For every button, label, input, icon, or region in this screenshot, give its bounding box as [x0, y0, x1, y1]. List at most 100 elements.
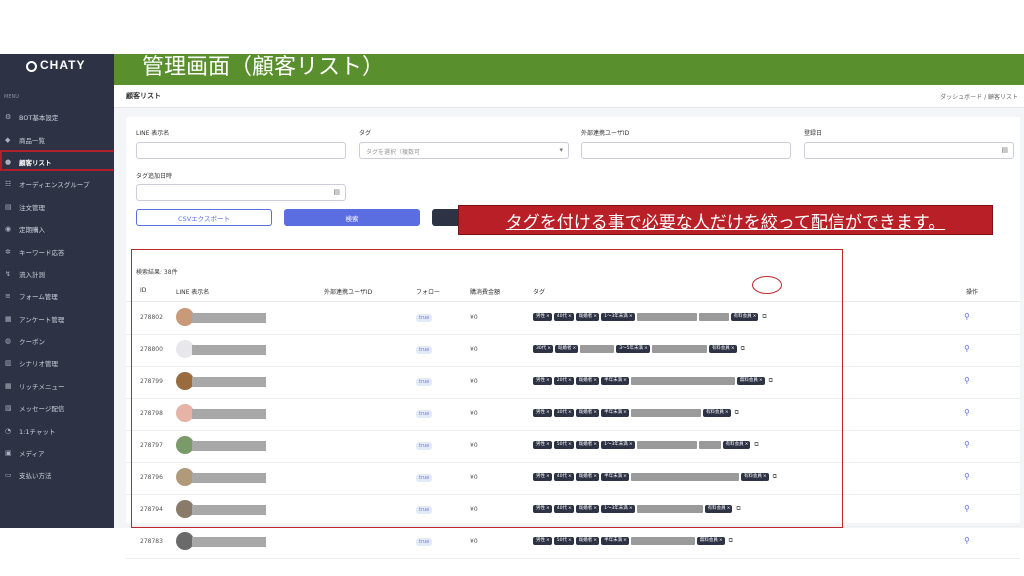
sidebar-item[interactable]: ▥ シナリオ管理 [0, 352, 114, 374]
sidebar-item[interactable]: ◔ 1:1チャット [0, 419, 114, 441]
sidebar-item[interactable]: ▤ 注文管理 [0, 196, 114, 218]
registered-date-label: 登録日 [804, 130, 823, 137]
sidebar-item[interactable]: ▣ メディア [0, 442, 114, 464]
tag-chip[interactable]: 無料会員 [696, 537, 721, 545]
table-row[interactable]: 278783 true ¥0 男性 × 50代 × 既婚者 × 半年未満 × 無料会員 × ⧉ ⚲ [126, 526, 1020, 559]
redacted-name [192, 537, 266, 547]
registered-date-input[interactable]: ▤ [804, 142, 1014, 159]
tag-added-date-input[interactable]: ▤ [136, 184, 346, 201]
chevron-down-icon: ▾ [559, 146, 563, 154]
search-icon[interactable]: ⚲ [964, 504, 970, 513]
copy-icon[interactable]: ⧉ [729, 537, 733, 545]
key-icon: ✲ [5, 247, 11, 256]
sidebar-item[interactable]: ⚙ BOT基本設定 [0, 106, 114, 128]
sidebar-item-label: アンケート管理 [19, 315, 65, 324]
sidebar-item-label: オーディエンスグループ [19, 181, 90, 190]
logo-icon [26, 61, 37, 72]
sidebar-item-label: 流入計測 [19, 270, 45, 279]
col-action: 操作 [966, 289, 979, 296]
line-name-label: LINE 表示名 [136, 130, 170, 137]
topbar: 顧客リスト ダッシュボード / 顧客リスト [114, 85, 1024, 108]
group-icon: ☷ [5, 180, 12, 189]
tag-remove-icon[interactable]: × [623, 537, 629, 545]
sidebar-item-label: キーワード応答 [19, 248, 65, 257]
line-name-input[interactable] [136, 142, 346, 159]
message-icon: ▧ [5, 404, 12, 413]
sidebar-item[interactable]: ◉ 定期購入 [0, 218, 114, 240]
payment-icon: ▭ [5, 471, 12, 480]
tag-remove-icon[interactable]: × [568, 537, 574, 545]
calendar-icon: ▤ [1001, 146, 1008, 154]
tag-label: タグ [359, 130, 372, 137]
sidebar-item[interactable]: ▦ アンケート管理 [0, 308, 114, 330]
tag-remove-icon[interactable]: × [593, 537, 600, 545]
tag-chip[interactable]: 半年未満 [601, 537, 626, 545]
callout-banner: タグを付ける事で必要な人だけを絞って配信ができます。 [458, 205, 993, 235]
sidebar-item-label: クーポン [19, 338, 45, 347]
tag-list: 男性 × 50代 × 既婚者 × 半年未満 × 無料会員 × ⧉ [533, 537, 733, 545]
sidebar: CHATY MENU ⚙ BOT基本設定 ◆ 商品一覧 ● 顧客リスト ☷ オーディエンスグル… [0, 54, 114, 528]
search-icon[interactable]: ⚲ [964, 312, 970, 321]
inflow-icon: ↯ [5, 269, 11, 278]
search-button[interactable]: 検索 [284, 209, 420, 226]
logo-text: CHATY [40, 58, 86, 72]
sidebar-item-label: シナリオ管理 [19, 360, 58, 369]
table-highlight-frame [131, 249, 843, 528]
chat-icon: ◔ [5, 426, 12, 435]
sidebar-item[interactable]: ☷ オーディエンスグループ [0, 173, 114, 195]
menu-caption: MENU [4, 94, 19, 100]
callout-text: タグを付ける事で必要な人だけを絞って配信ができます。 [505, 212, 946, 233]
tag-added-label: タグ追加日時 [136, 173, 173, 180]
csv-export-button[interactable]: CSVエクスポート [136, 209, 272, 226]
search-icon[interactable]: ⚲ [964, 536, 970, 545]
sidebar-item[interactable]: ◍ クーポン [0, 330, 114, 352]
breadcrumb[interactable]: ダッシュボード / 顧客リスト [940, 92, 1018, 101]
active-item-highlight [0, 150, 131, 171]
search-icon[interactable]: ⚲ [964, 472, 970, 481]
redacted-tag [630, 537, 695, 545]
sidebar-item-label: 定期購入 [19, 226, 45, 235]
external-id-input[interactable] [581, 142, 791, 159]
sidebar-item[interactable]: ↯ 流入計測 [0, 263, 114, 285]
sidebar-item[interactable]: ◆ 商品一覧 [0, 128, 114, 150]
robot-icon: ⚙ [5, 113, 12, 122]
search-icon[interactable]: ⚲ [964, 440, 970, 449]
cart-icon: ▤ [5, 202, 12, 211]
sidebar-item[interactable]: ▦ リッチメニュー [0, 375, 114, 397]
sidebar-item[interactable]: ✲ キーワード応答 [0, 240, 114, 262]
logo[interactable]: CHATY [26, 58, 85, 72]
tag-select[interactable]: タグを選択（複数可 ▾ [359, 142, 569, 159]
sidebar-item-label: メディア [19, 450, 45, 459]
grid-icon: ▦ [5, 381, 12, 390]
amount: ¥0 [470, 538, 478, 545]
sidebar-item-label: リッチメニュー [19, 382, 65, 391]
sidebar-item-label: 商品一覧 [19, 136, 45, 145]
repeat-icon: ◉ [5, 225, 12, 234]
banner: 管理画面（顧客リスト） [114, 54, 1024, 85]
survey-icon: ▦ [5, 314, 12, 323]
sidebar-item-label: BOT基本設定 [19, 114, 59, 123]
customer-id: 278783 [140, 538, 163, 545]
sidebar-item-label: 1:1チャット [19, 427, 56, 436]
tag-select-placeholder: タグを選択（複数可 [366, 149, 421, 156]
external-id-label: 外部連携ユーザID [581, 130, 630, 137]
sidebar-item-label: メッセージ配信 [19, 405, 65, 414]
search-icon[interactable]: ⚲ [964, 376, 970, 385]
sidebar-item[interactable]: ▧ メッセージ配信 [0, 397, 114, 419]
form-icon: ≡ [5, 292, 11, 301]
sidebar-item[interactable]: ▭ 支払い方法 [0, 464, 114, 486]
tag-remove-icon[interactable]: × [546, 537, 552, 545]
follow-badge: true [416, 538, 433, 546]
sidebar-item[interactable]: ≡ フォーム管理 [0, 285, 114, 307]
banner-title: 管理画面（顧客リスト） [142, 55, 385, 80]
tag-remove-icon[interactable]: × [718, 537, 725, 545]
diamond-icon: ◆ [5, 135, 11, 144]
search-icon[interactable]: ⚲ [964, 344, 970, 353]
sidebar-item-label: フォーム管理 [19, 293, 58, 302]
sidebar-item-label: 支払い方法 [19, 472, 52, 481]
scenario-icon: ▥ [5, 359, 12, 368]
search-icon[interactable]: ⚲ [964, 408, 970, 417]
coupon-icon: ◍ [5, 337, 12, 346]
copy-icon-highlight [752, 276, 782, 294]
page-title: 顧客リスト [126, 92, 161, 100]
